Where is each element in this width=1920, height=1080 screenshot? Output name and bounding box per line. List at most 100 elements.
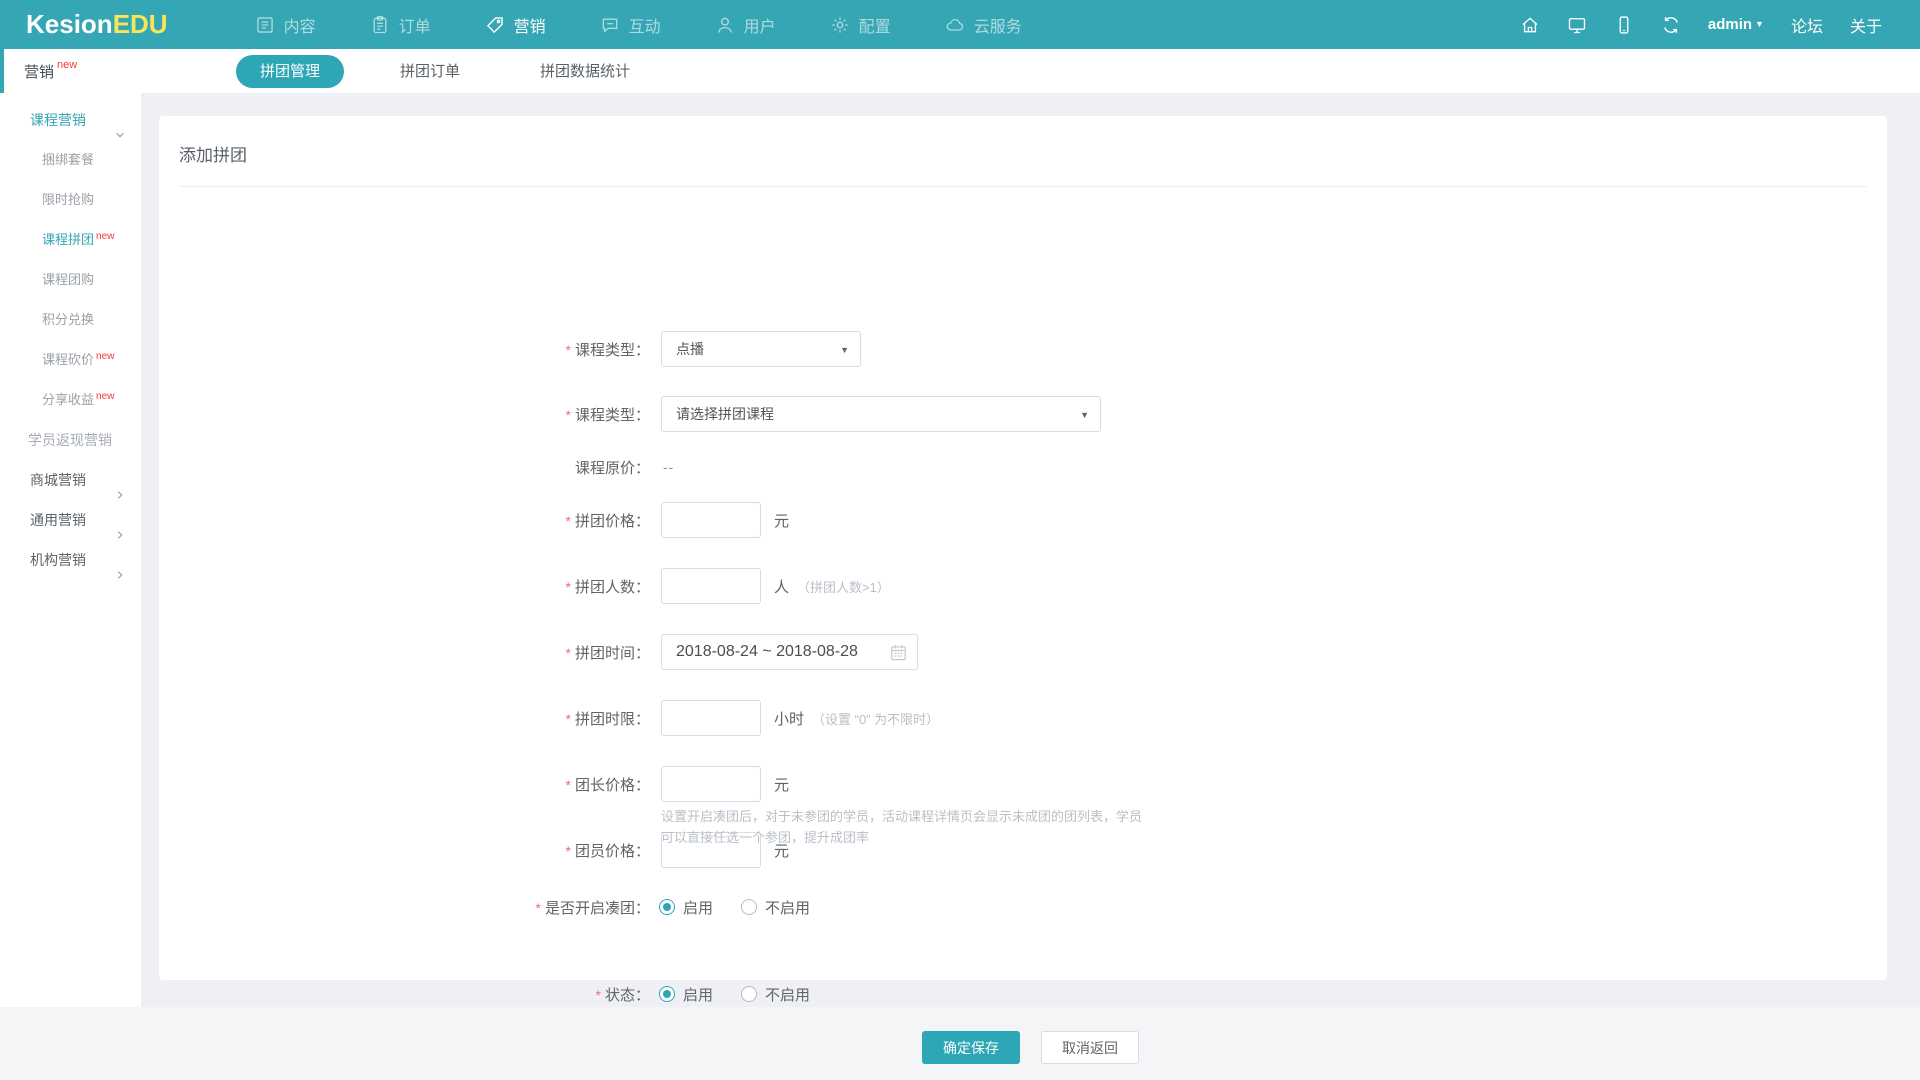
header-right: admin▼ 论坛 关于	[1520, 13, 1882, 37]
field-hint: （设置 “0” 为不限时）	[812, 709, 939, 728]
form-row-course-play-type: *课程类型： 点播 ▼	[159, 331, 1887, 367]
sidebar-item-bargain[interactable]: 课程砍价new	[0, 340, 141, 380]
tab-group-stats[interactable]: 拼团数据统计	[516, 55, 654, 88]
gather-enable-radio[interactable]	[659, 899, 675, 915]
field-label: *课程类型：	[159, 404, 650, 425]
form-row-leader-price: *团长价格： 元	[159, 766, 1887, 802]
section-title: 营销 new	[0, 49, 141, 93]
unit-label: 人	[774, 576, 789, 597]
monitor-icon[interactable]	[1567, 15, 1587, 35]
field-label: *拼团时限：	[159, 708, 650, 729]
sidebar-group-org-marketing[interactable]: 机构营销	[0, 540, 141, 580]
save-button[interactable]: 确定保存	[922, 1031, 1020, 1064]
nav-item-interaction[interactable]: 互动	[573, 0, 688, 49]
nav-item-cloud[interactable]: 云服务	[918, 0, 1049, 49]
top-header: KesionEDU 内容 订单 营销 互动 用户 配置 云服务	[0, 0, 1920, 49]
cloud-icon	[945, 15, 965, 35]
sidebar-item-course-tuangou[interactable]: 课程团购	[0, 260, 141, 300]
new-badge: new	[96, 377, 114, 417]
original-price-value: --	[663, 459, 674, 475]
nav-label: 用户	[744, 13, 776, 37]
chevron-right-icon	[115, 555, 125, 595]
section-label: 营销	[24, 61, 54, 82]
nav-item-users[interactable]: 用户	[688, 0, 803, 49]
tab-group-orders[interactable]: 拼团订单	[376, 55, 484, 88]
field-label: *团长价格：	[159, 774, 650, 795]
brand-logo[interactable]: KesionEDU	[26, 9, 168, 40]
group-limit-input[interactable]	[661, 700, 761, 736]
form-row-gather: *是否开启凑团： 启用 不启用	[159, 897, 1887, 917]
status-enable-radio[interactable]	[659, 986, 675, 1002]
sidebar-group-general-marketing[interactable]: 通用营销	[0, 500, 141, 540]
sidebar-item-share-income[interactable]: 分享收益new	[0, 380, 141, 420]
radio-label[interactable]: 启用	[683, 897, 713, 918]
group-price-input[interactable]	[661, 502, 761, 538]
radio-label[interactable]: 不启用	[765, 984, 810, 1005]
nav-label: 订单	[399, 13, 431, 37]
course-select[interactable]: 请选择拼团课程 ▼	[661, 396, 1101, 432]
unit-label: 小时	[774, 708, 804, 729]
nav-item-content[interactable]: 内容	[228, 0, 343, 49]
nav-item-marketing[interactable]: 营销	[458, 0, 573, 49]
status-disable-radio[interactable]	[741, 986, 757, 1002]
sidebar-item-bundle[interactable]: 捆绑套餐	[0, 140, 141, 180]
clipboard-icon	[370, 15, 390, 35]
chevron-down-icon: ▼	[1755, 19, 1764, 29]
field-label: *是否开启凑团：	[159, 897, 650, 918]
tab-group-manage[interactable]: 拼团管理	[236, 55, 344, 88]
sidebar-item-cashback[interactable]: 学员返现营销	[0, 420, 141, 460]
leader-price-input[interactable]	[661, 766, 761, 802]
nav-label: 互动	[629, 13, 661, 37]
field-label: *状态：	[159, 984, 650, 1005]
course-play-type-select[interactable]: 点播 ▼	[661, 331, 861, 367]
form-row-original-price: 课程原价： --	[159, 457, 1887, 477]
nav-label: 配置	[859, 13, 891, 37]
sidebar-group-course-marketing[interactable]: 课程营销	[0, 100, 141, 140]
main-nav: 内容 订单 营销 互动 用户 配置 云服务	[228, 0, 1049, 49]
sidebar-group-mall-marketing[interactable]: 商城营销	[0, 460, 141, 500]
nav-label: 内容	[284, 13, 316, 37]
user-icon	[715, 15, 735, 35]
form-row-status: *状态： 启用 不启用	[159, 984, 1887, 1004]
group-size-input[interactable]	[661, 568, 761, 604]
field-label: *课程类型：	[159, 339, 650, 360]
new-badge: new	[96, 337, 114, 377]
field-label: *拼团时间：	[159, 642, 650, 663]
gather-help-line2: 可以直接任选一个参团，提升成团率	[661, 827, 869, 846]
unit-label: 元	[774, 774, 789, 795]
nav-label: 云服务	[974, 13, 1022, 37]
form-row-group-size: *拼团人数： 人 （拼团人数>1）	[159, 568, 1887, 604]
cancel-button[interactable]: 取消返回	[1041, 1031, 1139, 1064]
new-badge: new	[57, 59, 77, 71]
form-card: 添加拼团 *课程类型： 点播 ▼ *课程类型： 请选择拼团课程 ▼	[159, 116, 1887, 980]
form-row-course-select: *课程类型： 请选择拼团课程 ▼	[159, 396, 1887, 432]
chat-icon	[600, 15, 620, 35]
sidebar-item-points-exchange[interactable]: 积分兑换	[0, 300, 141, 340]
nav-label: 营销	[514, 13, 546, 37]
about-link[interactable]: 关于	[1850, 13, 1882, 37]
gather-disable-radio[interactable]	[741, 899, 757, 915]
mobile-icon[interactable]	[1614, 15, 1634, 35]
field-hint: （拼团人数>1）	[797, 577, 890, 596]
sidebar-item-course-groupbuy[interactable]: 课程拼团new	[0, 220, 141, 260]
form-row-group-price: *拼团价格： 元	[159, 502, 1887, 538]
refresh-icon[interactable]	[1661, 15, 1681, 35]
radio-label[interactable]: 启用	[683, 984, 713, 1005]
tag-icon	[485, 15, 505, 35]
forum-link[interactable]: 论坛	[1791, 13, 1823, 37]
new-badge: new	[96, 217, 114, 257]
admin-menu[interactable]: admin▼	[1708, 16, 1764, 33]
date-range-picker[interactable]: 2018-08-24 ~ 2018-08-28	[661, 634, 918, 670]
nav-item-orders[interactable]: 订单	[343, 0, 458, 49]
unit-label: 元	[774, 510, 789, 531]
home-icon[interactable]	[1520, 15, 1540, 35]
footer-bar: 确定保存 取消返回	[0, 1007, 1920, 1080]
radio-label[interactable]: 不启用	[765, 897, 810, 918]
page-title: 添加拼团	[179, 141, 247, 166]
form-row-member-price: *团员价格： 元	[159, 832, 1887, 868]
sidebar: 课程营销 捆绑套餐 限时抢购 课程拼团new 课程团购 积分兑换 课程砍价new…	[0, 93, 141, 1007]
document-icon	[255, 15, 275, 35]
nav-item-config[interactable]: 配置	[803, 0, 918, 49]
sidebar-item-flash-sale[interactable]: 限时抢购	[0, 180, 141, 220]
form-row-group-time: *拼团时间： 2018-08-24 ~ 2018-08-28	[159, 634, 1887, 670]
